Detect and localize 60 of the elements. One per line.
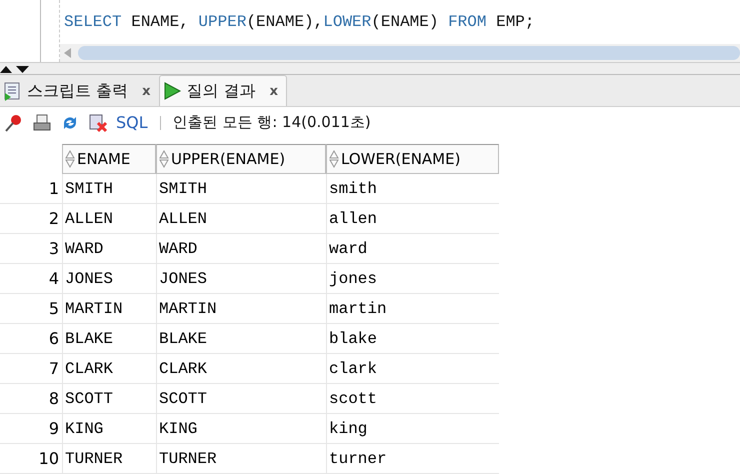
row-number: 3 — [0, 234, 62, 264]
collapse-arrows-icon — [0, 64, 30, 73]
column-header[interactable]: LOWER(ENAME) — [326, 144, 499, 174]
row-number: 2 — [0, 204, 62, 234]
row-number: 8 — [0, 384, 62, 414]
sort-icon — [65, 150, 75, 168]
table-cell: BLAKE — [62, 324, 156, 354]
table-cell: clark — [326, 354, 499, 384]
table-cell: CLARK — [156, 354, 326, 384]
table-cell: allen — [326, 204, 499, 234]
table-cell: WARD — [156, 234, 326, 264]
sql-query-text: SELECT ENAME, UPPER(ENAME),LOWER(ENAME) FROM EMP; — [63, 12, 536, 33]
column-title: LOWER(ENAME) — [341, 150, 460, 168]
table-cell: MARTIN — [156, 294, 326, 324]
table-cell: jones — [326, 264, 499, 294]
table-cell: BLAKE — [156, 324, 326, 354]
table-cell: JONES — [62, 264, 156, 294]
table-cell: SCOTT — [62, 384, 156, 414]
panel-tab[interactable]: 질의 결과 x — [159, 75, 287, 106]
sql-link[interactable]: SQL — [116, 113, 148, 132]
print-icon[interactable] — [32, 112, 52, 133]
table-cell: turner — [326, 444, 499, 474]
sort-icon — [329, 150, 339, 168]
column-title: UPPER(ENAME) — [171, 150, 286, 168]
delete-icon[interactable] — [88, 112, 108, 133]
table-cell: WARD — [62, 234, 156, 264]
table-cell: king — [326, 414, 499, 444]
table-cell: ALLEN — [156, 204, 326, 234]
table-cell: blake — [326, 324, 499, 354]
table-cell: SMITH — [156, 174, 326, 204]
table-cell: KING — [156, 414, 326, 444]
row-number: 1 — [0, 174, 62, 204]
table-cell: scott — [326, 384, 499, 414]
row-number: 9 — [0, 414, 62, 444]
table-cell: TURNER — [62, 444, 156, 474]
table-cell: SCOTT — [156, 384, 326, 414]
pin-icon[interactable] — [4, 112, 24, 133]
play-icon — [162, 81, 182, 102]
table-cell: ALLEN — [62, 204, 156, 234]
scroll-left-icon — [64, 48, 72, 58]
table-cell: CLARK — [62, 354, 156, 384]
rows-fetched-status: 인출된 모든 행: 14(0.011초) — [172, 113, 371, 132]
row-number: 7 — [0, 354, 62, 384]
table-cell: JONES — [156, 264, 326, 294]
column-header[interactable]: ENAME — [62, 144, 156, 174]
row-number: 6 — [0, 324, 62, 354]
table-cell: KING — [62, 414, 156, 444]
table-cell: SMITH — [62, 174, 156, 204]
column-header[interactable]: UPPER(ENAME) — [156, 144, 326, 174]
table-cell: ward — [326, 234, 499, 264]
row-number: 4 — [0, 264, 62, 294]
row-number: 10 — [0, 444, 62, 474]
row-number: 5 — [0, 294, 62, 324]
scrollbar-thumb[interactable] — [78, 46, 740, 60]
table-cell: TURNER — [156, 444, 326, 474]
column-title: ENAME — [77, 150, 130, 168]
sort-icon — [159, 150, 169, 168]
table-cell: martin — [326, 294, 499, 324]
table-cell: smith — [326, 174, 499, 204]
table-cell: MARTIN — [62, 294, 156, 324]
